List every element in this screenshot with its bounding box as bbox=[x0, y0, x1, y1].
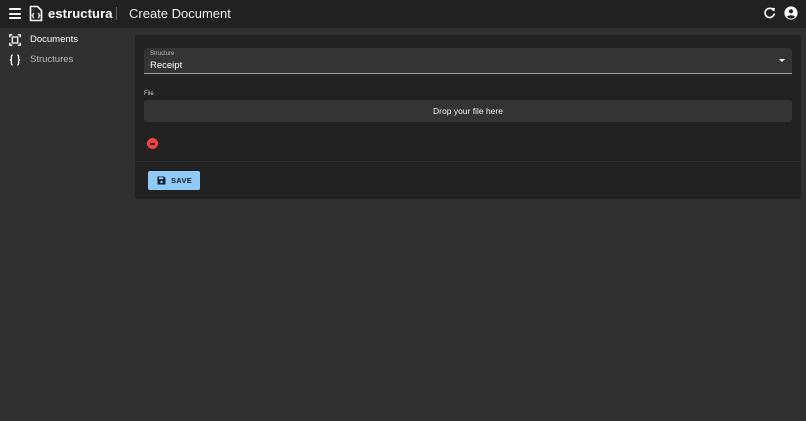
structure-select[interactable]: Structure Receipt bbox=[144, 48, 792, 74]
remove-circle-icon[interactable] bbox=[147, 138, 158, 149]
sidebar-item-documents[interactable]: Documents bbox=[0, 30, 135, 50]
save-button-label: SAVE bbox=[171, 176, 193, 185]
file-dropzone[interactable]: Drop your file here bbox=[144, 100, 792, 122]
save-icon bbox=[157, 176, 166, 185]
sidebar-item-structures[interactable]: Structures bbox=[0, 50, 135, 70]
chevron-down-icon[interactable] bbox=[779, 59, 785, 62]
dropzone-text: Drop your file here bbox=[433, 106, 503, 116]
file-field-label: File bbox=[144, 91, 154, 97]
card-divider bbox=[135, 161, 801, 162]
account-circle-icon[interactable] bbox=[784, 6, 798, 20]
sidebar-item-label: Structures bbox=[30, 54, 74, 65]
curly-braces-icon bbox=[9, 54, 21, 66]
appbar-divider bbox=[116, 7, 117, 20]
sidebar: Documents Structures bbox=[0, 28, 135, 421]
menu-icon[interactable] bbox=[9, 8, 21, 19]
document-scanner-icon bbox=[9, 34, 21, 46]
refresh-icon[interactable] bbox=[763, 7, 776, 20]
create-document-card: Structure Receipt File Drop your file he… bbox=[135, 35, 801, 199]
app-brand[interactable]: estructura bbox=[48, 6, 113, 21]
page-title: Create Document bbox=[129, 6, 231, 21]
sidebar-item-label: Documents bbox=[30, 34, 79, 45]
save-button[interactable]: SAVE bbox=[148, 171, 200, 190]
code-file-icon bbox=[29, 5, 43, 22]
structure-select-label: Structure bbox=[150, 51, 175, 57]
structure-select-value: Receipt bbox=[150, 60, 183, 71]
app-bar: estructura Create Document bbox=[0, 0, 806, 28]
